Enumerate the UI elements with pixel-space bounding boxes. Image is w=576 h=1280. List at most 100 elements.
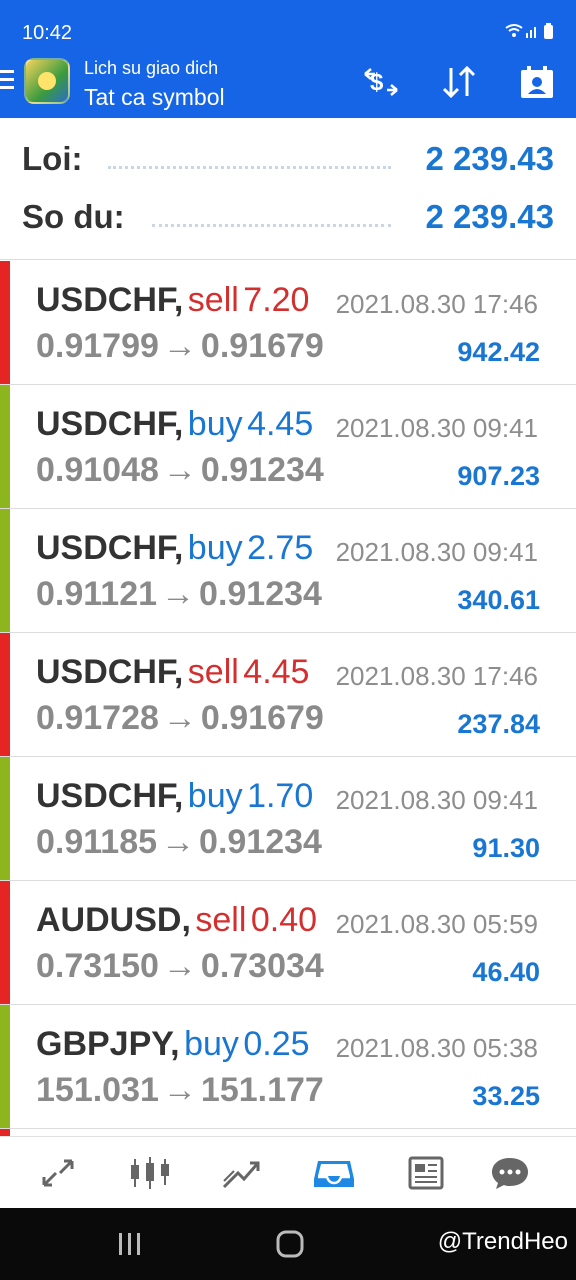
calendar-period-icon[interactable] (516, 62, 558, 102)
trade-symbol: USDCHF, (36, 653, 184, 691)
watermark-text: @TrendHeo (437, 1228, 568, 1255)
trade-symbol: AUDUSD, (36, 901, 191, 939)
trade-close-price: 0.91234 (200, 451, 324, 489)
trade-profit: 91.30 (472, 833, 540, 863)
trade-time: 2021.08.30 05:59 (335, 909, 538, 939)
profit-value: 2 239.43 (425, 140, 554, 177)
arrow-right-icon: → (162, 451, 197, 489)
currency-filter-icon[interactable]: $ (360, 62, 402, 102)
trade-profit: 237.84 (457, 709, 540, 739)
trade-time: 2021.08.30 09:41 (335, 413, 538, 443)
trade-volume: 0.40 (250, 901, 318, 939)
trade-symbol: USDCHF, (36, 529, 184, 567)
trade-profit: 46.40 (472, 957, 540, 987)
trade-symbol: USDCHF, (36, 777, 184, 815)
summary-panel: Loi: 2 239.43 So du: 2 239.43 (0, 118, 576, 260)
balance-label: So du: (22, 198, 125, 235)
trade-side: sell (195, 901, 247, 939)
trade-open-price: 0.91728 (36, 699, 159, 737)
trade-side: buy (187, 405, 243, 443)
balance-row: So du: 2 239.43 (0, 196, 576, 246)
trade-open-price: 0.73150 (36, 947, 159, 985)
trade-row[interactable]: USDCHF, sell 7.20 2021.08.30 17:46 0.917… (0, 261, 576, 385)
app-logo (24, 58, 70, 104)
trade-open-price: 0.91121 (36, 575, 158, 613)
trade-volume: 2.75 (247, 529, 314, 567)
sort-icon[interactable] (438, 62, 480, 102)
trade-close-price: 0.91234 (199, 575, 322, 613)
status-icons (504, 22, 556, 45)
app-header: 10:42 Lich su giao dich Tat ca symbol $ (0, 0, 576, 118)
profit-row: Loi: 2 239.43 (0, 138, 576, 188)
arrow-right-icon: → (162, 1071, 197, 1109)
trade-side: sell (187, 281, 239, 319)
trade-time: 2021.08.30 17:46 (335, 289, 538, 319)
trade-row[interactable]: GBPJPY, buy 0.25 2021.08.30 05:38 151.03… (0, 1005, 576, 1129)
chat-icon[interactable] (488, 1153, 532, 1193)
trade-side-bar (0, 757, 10, 880)
arrow-right-icon: → (162, 327, 197, 365)
trade-profit: 907.23 (457, 461, 540, 491)
trade-side: sell (187, 653, 239, 691)
trade-row[interactable]: USDCHF, buy 2.75 2021.08.30 09:41 0.9112… (0, 509, 576, 633)
trade-close-price: 0.91679 (200, 699, 324, 737)
trade-open-price: 151.031 (36, 1071, 159, 1109)
trade-side-bar (0, 881, 10, 1004)
trade-open-price: 0.91048 (36, 451, 159, 489)
profit-label: Loi: (22, 140, 83, 177)
trade-time: 2021.08.30 05:38 (335, 1033, 538, 1063)
dotted-leader (152, 224, 391, 227)
arrow-right-icon: → (162, 947, 197, 985)
trade-icon[interactable] (220, 1153, 264, 1193)
trade-side-bar (0, 1005, 10, 1128)
trade-symbol: USDCHF, (36, 405, 184, 443)
trade-volume: 4.45 (243, 653, 310, 691)
chart-candles-icon[interactable] (128, 1153, 172, 1193)
trade-open-price: 0.91799 (36, 327, 159, 365)
bottom-navigation (0, 1136, 576, 1208)
trade-symbol: GBPJPY, (36, 1025, 180, 1063)
history-inbox-icon[interactable] (312, 1153, 356, 1193)
trade-open-price: 0.91185 (36, 823, 158, 861)
arrow-right-icon: → (161, 575, 196, 613)
trade-time: 2021.08.30 09:41 (335, 785, 538, 815)
trade-volume: 0.25 (243, 1025, 310, 1063)
status-time: 10:42 (22, 22, 73, 44)
trade-volume: 4.45 (247, 405, 314, 443)
trade-side: buy (187, 529, 243, 567)
system-navigation-bar: @TrendHeo (0, 1208, 576, 1280)
quotes-icon[interactable] (36, 1153, 80, 1193)
recent-apps-icon[interactable] (112, 1228, 148, 1260)
trade-side: buy (187, 777, 243, 815)
trade-row[interactable]: USDCHF, buy 1.70 2021.08.30 09:41 0.9118… (0, 757, 576, 881)
trade-side-bar (0, 509, 10, 632)
arrow-right-icon: → (161, 823, 196, 861)
trade-close-price: 0.91679 (200, 327, 324, 365)
trade-time: 2021.08.30 17:46 (335, 661, 538, 691)
home-icon[interactable] (272, 1228, 308, 1260)
trade-row[interactable]: USDCHF, buy 4.45 2021.08.30 09:41 0.9104… (0, 385, 576, 509)
arrow-right-icon: → (162, 699, 197, 737)
wifi-signal-battery-icon (505, 23, 553, 39)
news-icon[interactable] (404, 1153, 448, 1193)
trade-row[interactable]: AUDUSD, sell 0.40 2021.08.30 05:59 0.731… (0, 881, 576, 1005)
header-title[interactable]: Tat ca symbol (84, 84, 225, 111)
trade-close-price: 0.73034 (200, 947, 324, 985)
trade-side-bar (0, 385, 10, 508)
trade-profit: 33.25 (472, 1081, 540, 1111)
trade-time: 2021.08.30 09:41 (335, 537, 538, 567)
trade-profit: 942.42 (457, 337, 540, 367)
trade-side-bar (0, 1129, 10, 1136)
header-subtitle[interactable]: Lich su giao dich (84, 58, 218, 79)
trade-volume: 1.70 (247, 777, 314, 815)
trade-profit: 340.61 (457, 585, 540, 615)
trade-side-bar (0, 261, 10, 384)
trade-side-bar (0, 633, 10, 756)
balance-value: 2 239.43 (425, 198, 554, 235)
trade-symbol: USDCHF, (36, 281, 184, 319)
trade-close-price: 151.177 (200, 1071, 324, 1109)
trade-row[interactable]: USDCHF, sell 4.45 2021.08.30 17:46 0.917… (0, 633, 576, 757)
menu-icon[interactable] (0, 70, 16, 92)
trade-volume: 7.20 (243, 281, 310, 319)
dotted-leader (108, 166, 391, 169)
